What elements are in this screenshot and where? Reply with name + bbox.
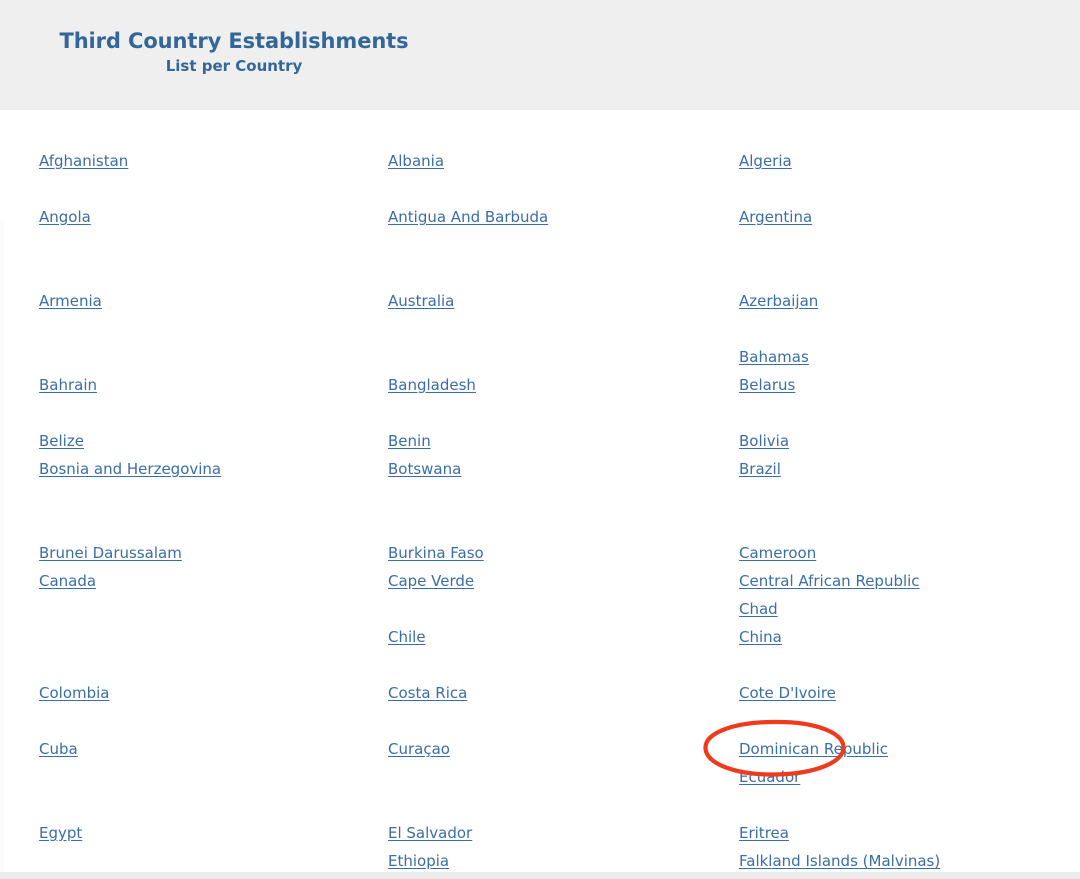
country-link[interactable]: Cape Verde bbox=[388, 571, 474, 591]
country-link[interactable]: Angola bbox=[39, 207, 91, 227]
country-link[interactable]: Colombia bbox=[39, 683, 110, 703]
country-link[interactable]: Albania bbox=[388, 151, 444, 171]
page-subtitle: List per Country bbox=[39, 55, 429, 77]
page-header-band: Third Country Establishments List per Co… bbox=[0, 0, 1080, 110]
country-list-content: Afghanistan Angola Armenia Bahrain Belize Bos… bbox=[0, 110, 1080, 872]
country-link[interactable]: Algeria bbox=[739, 151, 792, 171]
country-link[interactable]: Eritrea bbox=[739, 823, 789, 843]
country-link[interactable]: Belize bbox=[39, 431, 84, 451]
country-link[interactable]: Bahamas bbox=[739, 347, 809, 367]
country-link[interactable]: Cote D'Ivoire bbox=[739, 683, 836, 703]
country-link[interactable]: Cuba bbox=[39, 739, 78, 759]
country-link[interactable]: Afghanistan bbox=[39, 151, 128, 171]
country-link[interactable]: Curaçao bbox=[388, 739, 450, 759]
country-link[interactable]: Central African Republic bbox=[739, 571, 920, 591]
country-link[interactable]: Canada bbox=[39, 571, 96, 591]
country-link[interactable]: Ecuador bbox=[739, 767, 800, 787]
country-link[interactable]: Bosnia and Herzegovina bbox=[39, 459, 221, 479]
country-link[interactable]: Benin bbox=[388, 431, 431, 451]
country-link[interactable]: Argentina bbox=[739, 207, 812, 227]
country-link[interactable]: Ethiopia bbox=[388, 851, 449, 871]
country-link[interactable]: Cameroon bbox=[739, 543, 816, 563]
country-link[interactable]: Burkina Faso bbox=[388, 543, 484, 563]
country-link[interactable]: Belarus bbox=[739, 375, 795, 395]
country-link[interactable]: Botswana bbox=[388, 459, 461, 479]
country-link[interactable]: Bangladesh bbox=[388, 375, 476, 395]
page-bottom-strip bbox=[0, 872, 1080, 879]
country-link[interactable]: Chad bbox=[739, 599, 778, 619]
country-link[interactable]: Antigua And Barbuda bbox=[388, 207, 548, 227]
country-column-1: Afghanistan Angola Armenia Bahrain Belize Bos… bbox=[39, 110, 369, 872]
country-link[interactable]: Egypt bbox=[39, 823, 82, 843]
country-link[interactable]: Dominican Republic bbox=[739, 739, 888, 759]
country-link[interactable]: Bahrain bbox=[39, 375, 97, 395]
header-title-block: Third Country Establishments List per Co… bbox=[39, 28, 429, 77]
country-column-2: Albania Antigua And Barbuda Australia Bangl… bbox=[388, 110, 718, 872]
country-link[interactable]: Brazil bbox=[739, 459, 781, 479]
country-link[interactable]: Costa Rica bbox=[388, 683, 467, 703]
country-link[interactable]: Armenia bbox=[39, 291, 102, 311]
page-title: Third Country Establishments bbox=[39, 28, 429, 54]
country-column-3: Algeria Argentina Azerbaijan Bahamas Belarus… bbox=[739, 110, 1069, 872]
country-link[interactable]: China bbox=[739, 627, 782, 647]
country-link[interactable]: Bolivia bbox=[739, 431, 789, 451]
country-link[interactable]: El Salvador bbox=[388, 823, 472, 843]
country-link-grid: Afghanistan Angola Armenia Bahrain Belize Bos… bbox=[0, 110, 1080, 872]
country-link[interactable]: Australia bbox=[388, 291, 454, 311]
country-link[interactable]: Brunei Darussalam bbox=[39, 543, 182, 563]
country-link[interactable]: Falkland Islands (Malvinas) bbox=[739, 851, 940, 871]
country-link[interactable]: Azerbaijan bbox=[739, 291, 818, 311]
country-link[interactable]: Chile bbox=[388, 627, 426, 647]
